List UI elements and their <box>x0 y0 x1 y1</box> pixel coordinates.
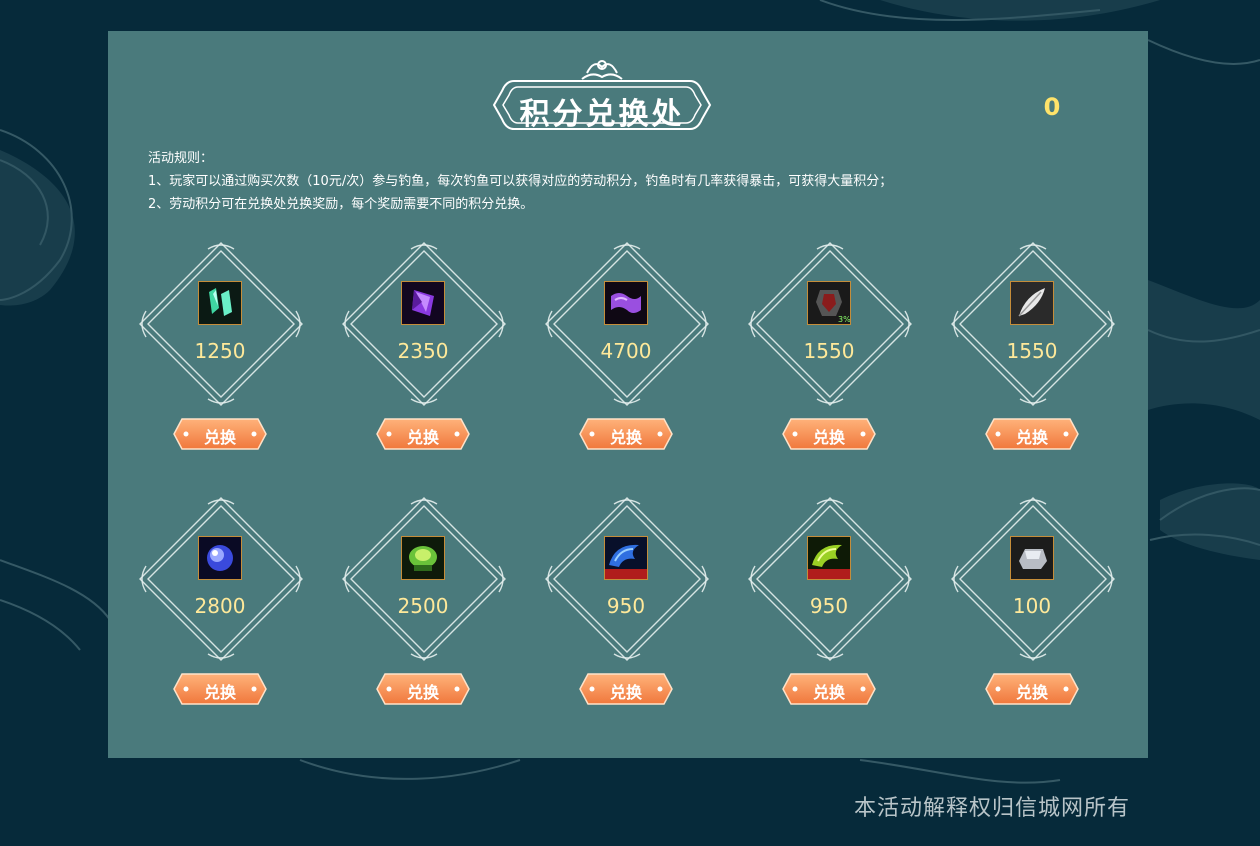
exchange-panel: 积分兑换处 0 活动规则： 1、玩家可以通过购买次数（10元/次）参与钓鱼，每次… <box>108 31 1148 758</box>
reward-item: 3% 1550 兑换 <box>745 239 915 451</box>
exchange-button-label: 兑换 <box>1015 428 1048 447</box>
item-cost: 1550 <box>1006 339 1058 363</box>
white-feather-icon <box>1010 281 1054 325</box>
exchange-button-label: 兑换 <box>203 683 236 702</box>
exchange-button[interactable]: 兑换 <box>984 672 1080 706</box>
reward-item: 1550 兑换 <box>948 239 1118 451</box>
exchange-button-label: 兑换 <box>609 428 642 447</box>
item-cost: 2800 <box>194 594 246 618</box>
item-cost: 2500 <box>397 594 449 618</box>
reward-item: 100 兑换 <box>948 494 1118 706</box>
exchange-button-label: 兑换 <box>406 683 439 702</box>
reward-item: 950 兑换 <box>745 494 915 706</box>
item-cost: 1250 <box>194 339 246 363</box>
exchange-button-label: 兑换 <box>406 428 439 447</box>
rules-heading: 活动规则： <box>148 151 214 166</box>
exchange-button[interactable]: 兑换 <box>578 672 674 706</box>
exchange-button[interactable]: 兑换 <box>375 672 471 706</box>
rules-line-2: 2、劳动积分可在兑换处兑换奖励，每个奖励需要不同的积分兑换。 <box>148 197 534 212</box>
exchange-button-label: 兑换 <box>203 428 236 447</box>
reward-item: 1250 兑换 <box>136 239 306 451</box>
reward-item: 950 兑换 <box>542 494 712 706</box>
purple-scroll-icon <box>604 281 648 325</box>
dark-armor-icon: 3% <box>807 281 851 325</box>
green-beast-icon <box>401 536 445 580</box>
footer-copyright: 本活动解释权归信城网所有 <box>853 796 1130 821</box>
silver-ingot-icon <box>1010 536 1054 580</box>
exchange-button-label: 兑换 <box>812 428 845 447</box>
item-cost: 950 <box>809 594 849 618</box>
exchange-button[interactable]: 兑换 <box>781 417 877 451</box>
reward-item: 2350 兑换 <box>339 239 509 451</box>
green-wing-icon <box>807 536 851 580</box>
exchange-button-label: 兑换 <box>812 683 845 702</box>
svg-text:3%: 3% <box>838 315 850 324</box>
rules-section: 活动规则： 1、玩家可以通过购买次数（10元/次）参与钓鱼，每次钓鱼可以获得对应… <box>148 147 1128 216</box>
title-banner: 积分兑换处 <box>484 51 720 137</box>
purple-gem-icon <box>401 281 445 325</box>
item-cost: 2350 <box>397 339 449 363</box>
blue-wing-icon <box>604 536 648 580</box>
exchange-button[interactable]: 兑换 <box>172 672 268 706</box>
exchange-button[interactable]: 兑换 <box>375 417 471 451</box>
exchange-button-label: 兑换 <box>1015 683 1048 702</box>
exchange-button[interactable]: 兑换 <box>578 417 674 451</box>
exchange-button[interactable]: 兑换 <box>781 672 877 706</box>
exchange-button-label: 兑换 <box>609 683 642 702</box>
item-cost: 950 <box>606 594 646 618</box>
green-crystal-icon <box>198 281 242 325</box>
rules-line-1: 1、玩家可以通过购买次数（10元/次）参与钓鱼，每次钓鱼可以获得对应的劳动积分，… <box>148 174 893 189</box>
item-cost: 1550 <box>803 339 855 363</box>
blue-orb-icon <box>198 536 242 580</box>
reward-item: 2500 兑换 <box>339 494 509 706</box>
item-cost: 100 <box>1012 594 1052 618</box>
reward-item: 2800 兑换 <box>136 494 306 706</box>
exchange-button[interactable]: 兑换 <box>172 417 268 451</box>
points-counter: 0 <box>1043 93 1061 121</box>
reward-item: 4700 兑换 <box>542 239 712 451</box>
item-cost: 4700 <box>600 339 652 363</box>
exchange-button[interactable]: 兑换 <box>984 417 1080 451</box>
page-title: 积分兑换处 <box>519 97 685 132</box>
